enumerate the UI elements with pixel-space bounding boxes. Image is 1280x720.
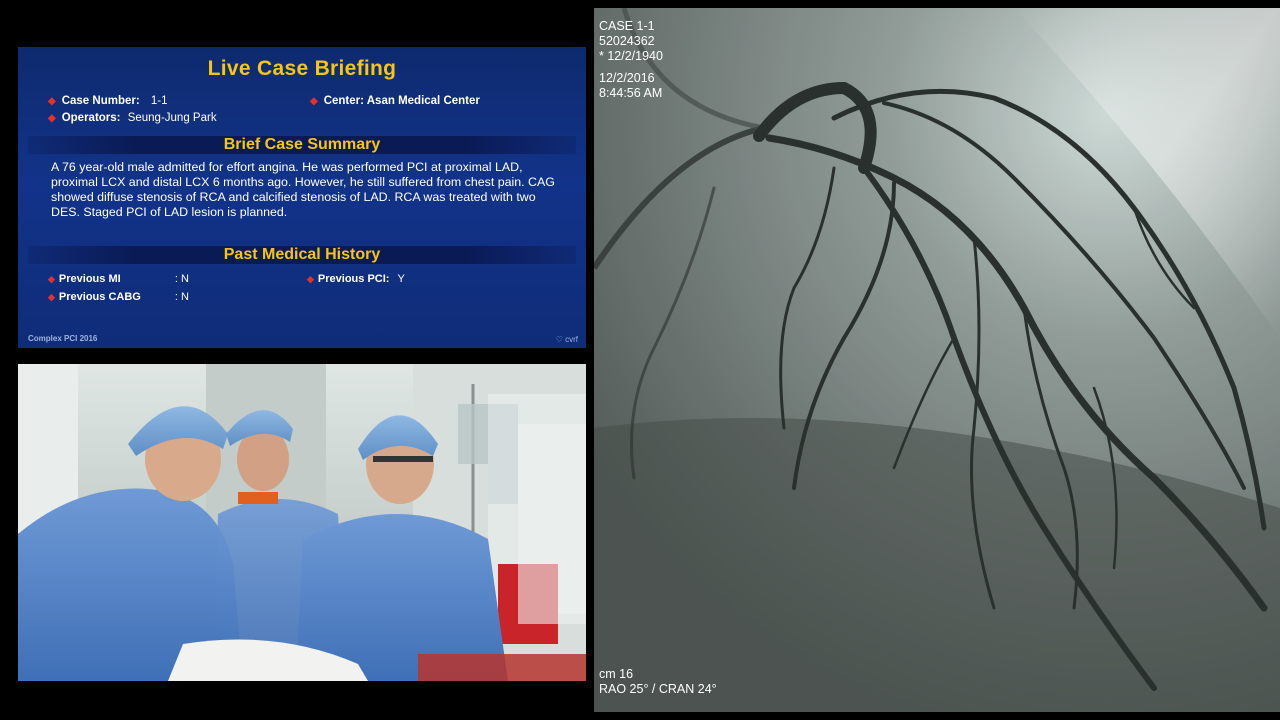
history-label: Previous MI	[58, 273, 121, 285]
center: ◆ Center: Asan Medical Center	[310, 95, 480, 107]
operators-value: Seung-Jung Park	[127, 112, 217, 124]
bullet-icon: ◆	[48, 274, 55, 284]
angio-date: 12/2/2016	[599, 71, 655, 85]
operators: ◆ Operators: Seung-Jung Park	[48, 112, 217, 124]
angio-dob: * 12/2/1940	[599, 49, 663, 63]
history-previous-cabg: ◆ Previous CABG : N	[48, 291, 189, 303]
history-value: : N	[174, 291, 189, 303]
cvrf-logo: ♡ cvrf	[555, 335, 578, 344]
angio-scale: cm 16	[599, 667, 634, 681]
bullet-icon: ◆	[48, 96, 56, 107]
angio-patient-id: 52024362	[599, 34, 655, 48]
slide-title: Live Case Briefing	[207, 57, 397, 80]
history-label: Previous PCI:	[317, 273, 390, 285]
history-label: Previous CABG	[58, 291, 141, 303]
briefing-slide: Live Case Briefing ◆ Case Number: 1-1 ◆ Ce…	[18, 47, 586, 348]
operating-room-camera	[18, 364, 586, 681]
angio-view-angle: RAO 25° / CRAN 24°	[599, 682, 717, 696]
bullet-icon: ◆	[48, 113, 56, 124]
bullet-icon: ◆	[307, 274, 314, 284]
bullet-icon: ◆	[48, 292, 55, 302]
center-value: Asan Medical Center	[366, 95, 480, 107]
summary-heading: Brief Case Summary	[28, 136, 576, 154]
operators-label: Operators:	[61, 112, 121, 124]
case-summary-text: A 76 year-old male admitted for effort a…	[51, 160, 555, 219]
history-previous-mi: ◆ Previous MI : N	[48, 273, 189, 285]
case-number: ◆ Case Number: 1-1	[48, 95, 168, 107]
history-previous-pci: ◆ Previous PCI: Y	[307, 273, 405, 285]
coronary-angiogram-image	[594, 8, 1280, 712]
angiography-view: CASE 1-1 52024362 * 12/2/1940 12/2/2016 …	[594, 8, 1280, 712]
history-heading: Past Medical History	[28, 246, 576, 264]
slide-footer-conference: Complex PCI 2016	[28, 334, 98, 343]
center-label: Center:	[323, 95, 364, 107]
angio-time: 8:44:56 AM	[599, 86, 663, 100]
case-number-label: Case Number:	[61, 95, 140, 107]
angio-case-label: CASE 1-1	[599, 19, 655, 33]
case-number-value: 1-1	[150, 95, 168, 107]
history-value: Y	[397, 273, 405, 285]
operators-scene-image	[18, 364, 586, 681]
history-value: : N	[174, 273, 189, 285]
bullet-icon: ◆	[310, 96, 318, 107]
